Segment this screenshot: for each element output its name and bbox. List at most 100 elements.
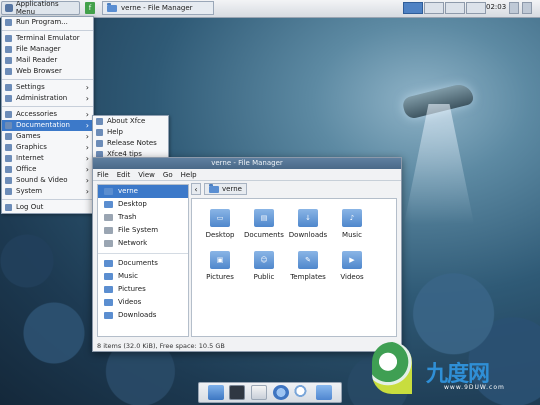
run-program-icon: [5, 19, 12, 26]
file-item-documents[interactable]: ▤ Documents: [240, 209, 288, 239]
documentation-submenu: About Xfce Help Release Notes Xfce4 tips: [92, 115, 169, 161]
workspace-1[interactable]: [403, 2, 423, 14]
accessories-icon: [5, 111, 12, 118]
menu-item-games[interactable]: Games: [2, 131, 93, 142]
system-icon: [5, 188, 12, 195]
menu-item-settings[interactable]: Settings: [2, 82, 93, 93]
path-bar: ‹ verne: [191, 182, 397, 196]
applications-menu-button[interactable]: Applications Menu: [1, 0, 80, 16]
xfce-logo-icon: [5, 4, 13, 12]
file-item-templates[interactable]: ✎ Templates: [284, 251, 332, 281]
menu-item-log-out[interactable]: Log Out: [2, 202, 93, 213]
submenu-item-release-notes[interactable]: Release Notes: [93, 138, 168, 149]
web-browser-icon[interactable]: [272, 385, 289, 400]
menu-item-terminal-emulator[interactable]: Terminal Emulator: [2, 33, 93, 44]
menu-item-system[interactable]: System: [2, 186, 93, 197]
menu-item-mail-reader[interactable]: Mail Reader: [2, 55, 93, 66]
submenu-item-about-xfce[interactable]: About Xfce: [93, 116, 168, 127]
file-item-desktop[interactable]: ▭ Desktop: [196, 209, 244, 239]
folder-icon: [209, 183, 219, 193]
menu-view[interactable]: View: [138, 171, 155, 179]
menu-item-office[interactable]: Office: [2, 164, 93, 175]
tray-icon-2[interactable]: [522, 2, 532, 14]
path-crumb-verne[interactable]: verne: [204, 183, 247, 195]
clock[interactable]: 02:03: [486, 3, 506, 11]
menubar: File Edit View Go Help: [93, 169, 401, 181]
sidebar: verne Desktop Trash File System Network …: [97, 184, 189, 337]
menu-file[interactable]: File: [97, 171, 109, 179]
menu-help[interactable]: Help: [181, 171, 197, 179]
menu-item-file-manager[interactable]: File Manager: [2, 44, 93, 55]
about-icon: [96, 118, 103, 125]
videos-folder-icon: ▶: [342, 251, 362, 269]
menu-go[interactable]: Go: [163, 171, 173, 179]
sidebar-separator: [98, 253, 188, 254]
sidebar-item-pictures[interactable]: Pictures: [98, 283, 188, 296]
web-browser-icon: [5, 68, 12, 75]
search-icon[interactable]: [294, 385, 311, 400]
music-folder-icon: ♪: [342, 209, 362, 227]
workspace-2[interactable]: [424, 2, 444, 14]
wallpaper-light-beam: [404, 104, 474, 224]
workspace-4[interactable]: [466, 2, 486, 14]
sidebar-item-downloads[interactable]: Downloads: [98, 309, 188, 322]
menu-item-graphics[interactable]: Graphics: [2, 142, 93, 153]
videos-folder-icon: [104, 299, 113, 306]
graphics-icon: [5, 144, 12, 151]
internet-icon: [5, 155, 12, 162]
sidebar-item-desktop[interactable]: Desktop: [98, 198, 188, 211]
file-item-pictures[interactable]: ▣ Pictures: [196, 251, 244, 281]
terminal-icon: [5, 35, 12, 42]
menu-edit[interactable]: Edit: [117, 171, 131, 179]
file-manager-icon: [5, 46, 12, 53]
public-folder-icon: ☺: [254, 251, 274, 269]
trash-icon: [104, 214, 113, 221]
music-folder-icon: [104, 273, 113, 280]
file-item-downloads[interactable]: ↓ Downloads: [284, 209, 332, 239]
sidebar-item-documents[interactable]: Documents: [98, 257, 188, 270]
administration-icon: [5, 95, 12, 102]
watermark-logo: [372, 342, 412, 394]
sidebar-item-trash[interactable]: Trash: [98, 211, 188, 224]
menu-separator: [2, 79, 93, 80]
sidebar-item-videos[interactable]: Videos: [98, 296, 188, 309]
file-manager-window: verne - File Manager File Edit View Go H…: [92, 157, 402, 352]
watermark-url: www.9DUW.com: [444, 384, 505, 391]
text-editor-icon[interactable]: [251, 385, 268, 400]
menu-item-administration[interactable]: Administration: [2, 93, 93, 104]
status-bar: 8 items (32.0 KiB), Free space: 10.5 GB: [97, 342, 225, 350]
menu-item-run-program[interactable]: Run Program...: [2, 17, 93, 28]
folder-icon-2[interactable]: [316, 385, 333, 400]
window-title[interactable]: verne - File Manager: [93, 158, 401, 169]
workspace-3[interactable]: [445, 2, 465, 14]
menu-item-accessories[interactable]: Accessories: [2, 109, 93, 120]
downloads-folder-icon: ↓: [298, 209, 318, 227]
taskbar-window-button[interactable]: verne - File Manager: [102, 1, 214, 15]
tray-icon[interactable]: [509, 2, 519, 14]
games-icon: [5, 133, 12, 140]
sidebar-item-music[interactable]: Music: [98, 270, 188, 283]
menu-item-sound-video[interactable]: Sound & Video: [2, 175, 93, 186]
sound-video-icon: [5, 177, 12, 184]
file-item-public[interactable]: ☺ Public: [240, 251, 288, 281]
file-item-videos[interactable]: ▶ Videos: [328, 251, 376, 281]
mail-icon: [5, 57, 12, 64]
menu-separator: [2, 106, 93, 107]
templates-folder-icon: ✎: [298, 251, 318, 269]
launcher-button[interactable]: f: [85, 2, 95, 14]
terminal-icon[interactable]: [229, 385, 246, 400]
submenu-item-help[interactable]: Help: [93, 127, 168, 138]
desktop-folder-icon: [104, 201, 113, 208]
menu-item-web-browser[interactable]: Web Browser: [2, 66, 93, 77]
pictures-folder-icon: ▣: [210, 251, 230, 269]
sidebar-item-file-system[interactable]: File System: [98, 224, 188, 237]
path-back-button[interactable]: ‹: [191, 183, 201, 195]
home-folder-icon: [104, 188, 113, 195]
menu-item-internet[interactable]: Internet: [2, 153, 93, 164]
folder-icon[interactable]: [207, 385, 224, 400]
sidebar-item-verne[interactable]: verne: [98, 185, 188, 198]
file-item-music[interactable]: ♪ Music: [328, 209, 376, 239]
sidebar-item-network[interactable]: Network: [98, 237, 188, 250]
applications-menu: Run Program... Terminal Emulator File Ma…: [1, 16, 94, 214]
menu-item-documentation[interactable]: Documentation: [2, 120, 93, 131]
